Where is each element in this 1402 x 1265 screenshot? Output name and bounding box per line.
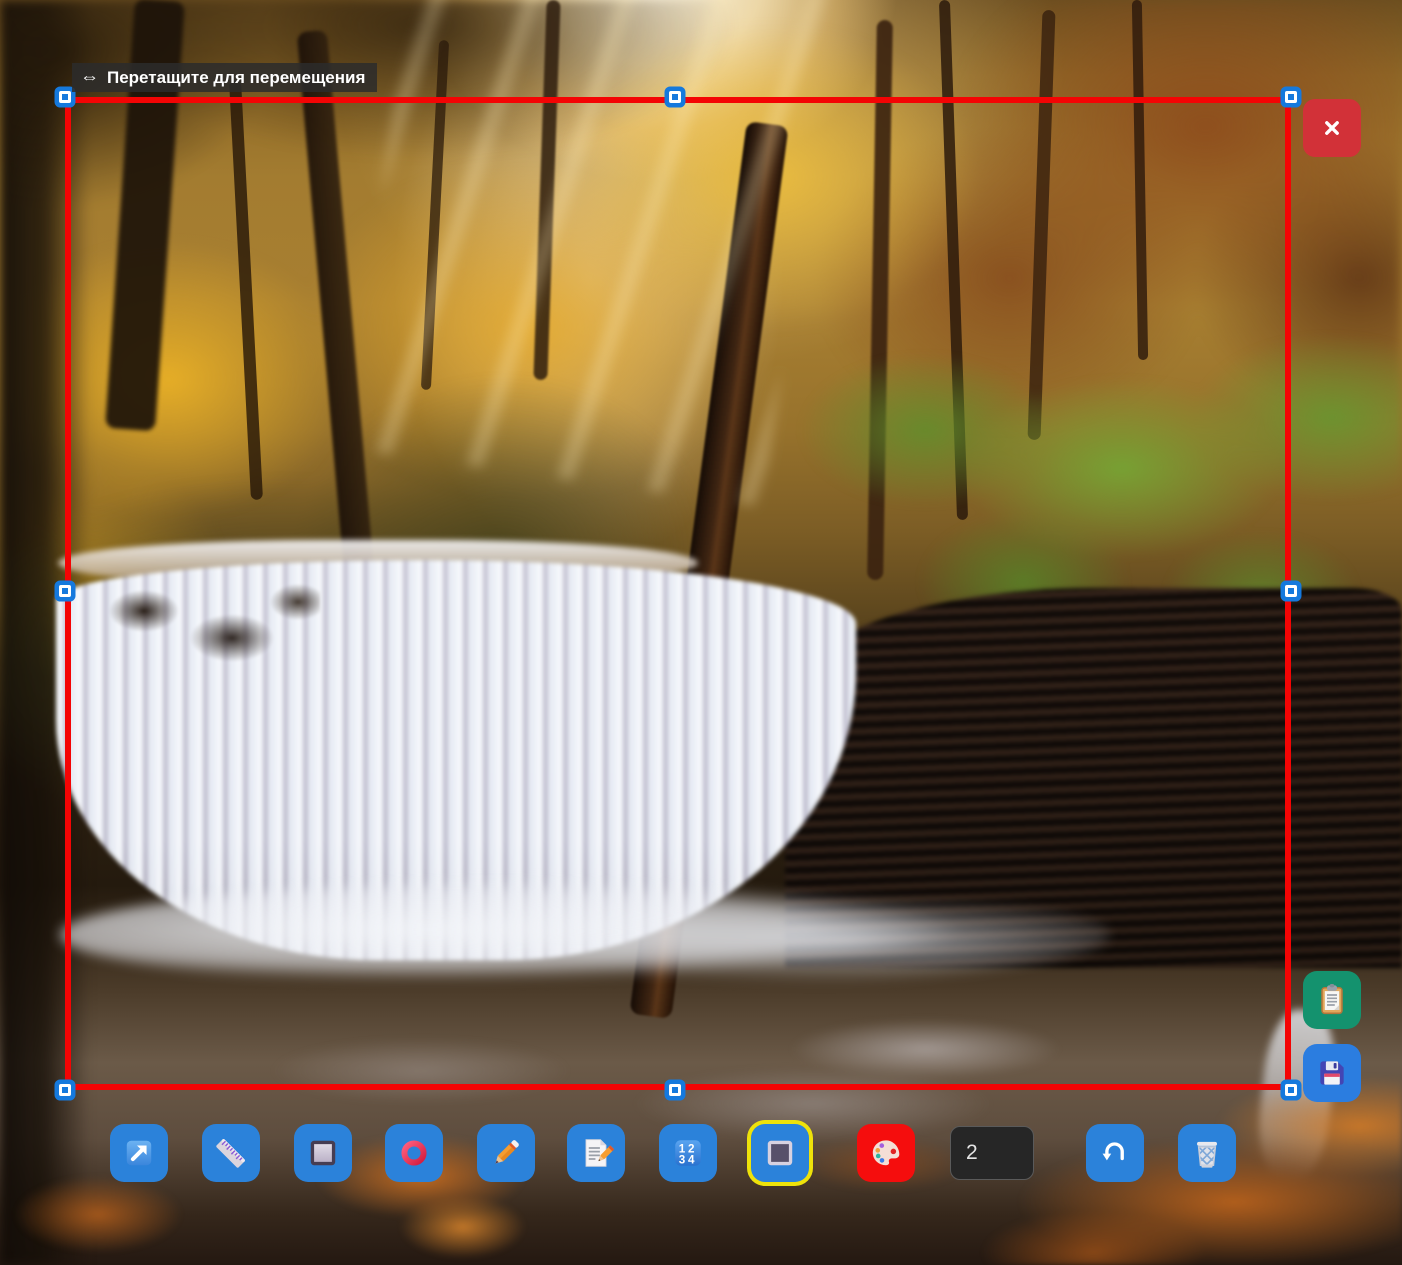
selection-handle-middle-left[interactable] [59,584,71,597]
text-note-tool-button[interactable] [567,1124,625,1182]
number-stamp-tool-button[interactable]: 12 34 [659,1124,717,1182]
delete-button[interactable] [1178,1124,1236,1182]
black-square-button-icon [767,1140,793,1166]
drag-hint: ⇔ Перетащите для перемещения [72,63,378,92]
svg-text:34: 34 [679,1154,698,1167]
close-button[interactable] [1303,99,1361,157]
hollow-red-circle-icon [401,1140,427,1166]
input-numbers-icon: 12 34 [675,1140,701,1167]
palette-icon [872,1140,900,1166]
clipboard-icon [1321,984,1343,1015]
left-right-arrow-icon: ⇔ [80,66,99,88]
ellipse-tool-button[interactable] [385,1124,443,1182]
screenshot-editor: ⇔ Перетащите для перемещения 12 34 2 [0,0,1402,1265]
color-palette-tool-button[interactable] [857,1124,915,1182]
wastebasket-icon [1197,1141,1217,1168]
ruler-icon [216,1139,245,1168]
memo-icon [585,1139,615,1167]
selection-handle-bottom-left[interactable] [59,1084,71,1096]
selection-handle-bottom-middle[interactable] [669,1084,681,1096]
selection-handle-top-middle[interactable] [669,91,681,103]
undo-arrow-icon [1102,1142,1124,1161]
selection-handle-top-left[interactable] [59,91,71,103]
thickness-input[interactable] [950,1126,1034,1180]
white-square-button-icon [310,1140,336,1166]
drag-hint-label: Перетащите для перемещения [107,67,366,87]
pencil-tool-button[interactable] [477,1124,535,1182]
floppy-disk-icon [1320,1061,1344,1085]
filled-rectangle-tool-button[interactable] [751,1124,809,1182]
ruler-tool-button[interactable] [202,1124,260,1182]
selection-handle-top-right[interactable] [1285,91,1297,103]
arrow-up-right-icon [126,1140,152,1166]
x-icon [1325,121,1339,135]
rectangle-outline-tool-button[interactable] [294,1124,352,1182]
arrow-tool-button[interactable] [110,1124,168,1182]
copy-to-clipboard-button[interactable] [1303,971,1361,1029]
selection-handle-middle-right[interactable] [1285,584,1297,597]
pencil-icon [495,1140,519,1164]
save-button[interactable] [1303,1044,1361,1102]
selection-rectangle[interactable] [59,91,1297,1096]
selection-handle-bottom-right[interactable] [1285,1084,1297,1096]
undo-button[interactable] [1086,1124,1144,1182]
